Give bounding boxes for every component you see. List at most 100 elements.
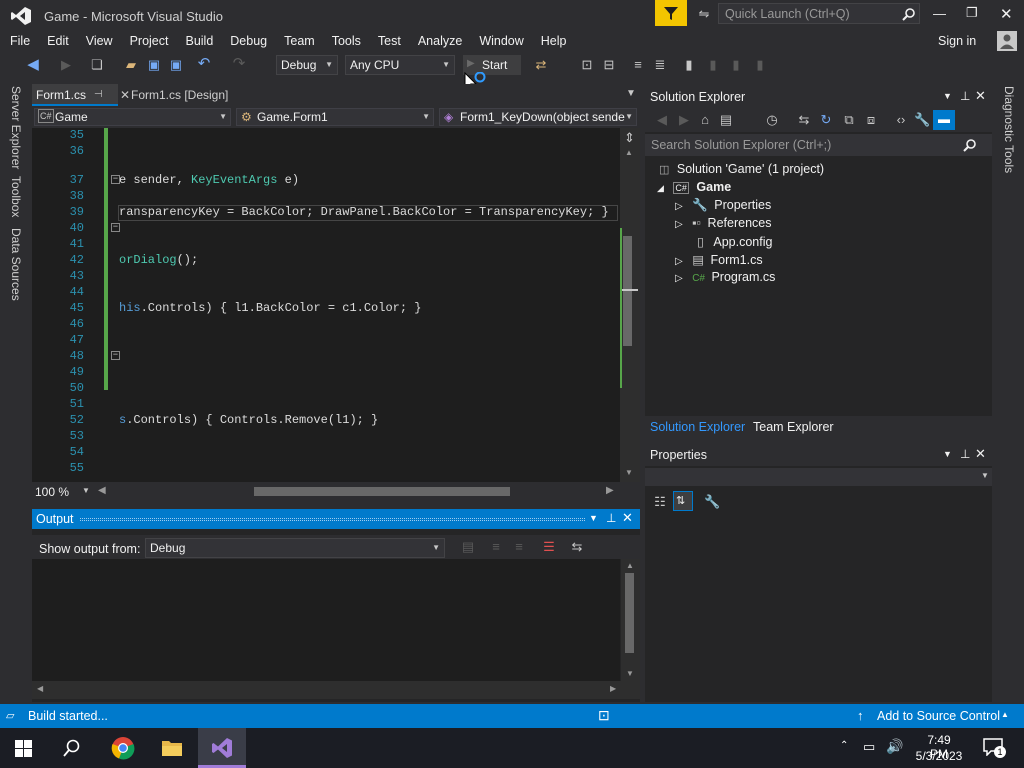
tree-item-form1-cs[interactable]: ▷ ▤ Form1.cs — [675, 252, 763, 267]
redo-icon[interactable]: ↷ — [231, 56, 247, 72]
find-message-icon[interactable]: ▤ — [460, 539, 476, 555]
avatar[interactable] — [997, 31, 1017, 51]
pin-icon[interactable]: ⊥ — [960, 89, 970, 103]
diagnostic-tools-tab[interactable]: Diagnostic Tools — [1002, 86, 1016, 173]
minimize-button[interactable]: — — [933, 6, 946, 21]
next-bookmark-icon[interactable]: ▮ — [728, 57, 744, 73]
solution-config-dropdown[interactable]: Debug ▼ — [276, 55, 338, 75]
next-message-icon[interactable]: ≡ — [511, 539, 527, 555]
menu-file[interactable]: File — [1, 30, 38, 52]
menu-tools[interactable]: Tools — [323, 30, 369, 52]
home-icon[interactable]: ⌂ — [697, 112, 713, 128]
code-line[interactable]: orDialog(); — [119, 253, 198, 267]
collapse-all-icon[interactable]: ⧉ — [841, 112, 857, 128]
user-feedback-icon[interactable]: ⇋ — [696, 6, 712, 22]
scroll-down-icon[interactable]: ▼ — [625, 468, 633, 477]
chevron-up-icon[interactable]: ⌃ — [840, 740, 848, 751]
menu-test[interactable]: Test — [369, 30, 409, 52]
windows-start-icon[interactable] — [15, 740, 33, 758]
menu-window[interactable]: Window — [470, 30, 531, 52]
sign-in-link[interactable]: Sign in — [938, 34, 976, 48]
code-line[interactable]: e sender, KeyEventArgs e) — [119, 173, 299, 187]
add-to-source-control-button[interactable]: Add to Source Control — [877, 709, 1000, 723]
attach-icon[interactable]: ⇄ — [533, 57, 549, 73]
view-code-icon[interactable]: ‹› — [893, 112, 909, 128]
bookmark-icon[interactable]: ▮ — [681, 57, 697, 73]
tree-item-program-cs[interactable]: ▷ C# Program.cs — [675, 270, 775, 284]
code-line[interactable]: ransparencyKey = BackColor; DrawPanel.Ba… — [119, 205, 609, 219]
search-icon[interactable] — [63, 739, 81, 757]
horizontal-scroll-thumb[interactable] — [254, 487, 510, 496]
prev-bookmark-icon[interactable]: ▮ — [705, 57, 721, 73]
network-icon[interactable]: ▭ — [863, 739, 875, 755]
save-all-icon[interactable]: ▣ — [168, 57, 184, 73]
output-text-area[interactable] — [32, 559, 620, 681]
collapse-icon[interactable]: − — [111, 223, 120, 232]
scroll-thumb[interactable] — [625, 573, 634, 653]
clear-bookmark-icon[interactable]: ▮ — [752, 57, 768, 73]
navigate-back-icon[interactable]: ◀ — [25, 57, 41, 73]
navigate-forward-icon[interactable]: ▶ — [58, 57, 74, 73]
scroll-thumb[interactable] — [623, 236, 632, 346]
feedback-button[interactable] — [655, 0, 687, 26]
menu-debug[interactable]: Debug — [221, 30, 275, 52]
panel-menu-icon[interactable]: ▼ — [589, 513, 598, 523]
clear-all-icon[interactable]: ☰ — [541, 539, 557, 555]
server-explorer-tab[interactable]: Server Explorer — [9, 86, 23, 169]
menu-project[interactable]: Project — [121, 30, 177, 52]
tab-solution-explorer[interactable]: Solution Explorer — [650, 420, 745, 434]
taskbar-visual-studio[interactable] — [198, 728, 246, 768]
tab-overflow-icon[interactable]: ▼ — [626, 88, 636, 99]
code-editor[interactable]: 35 36 37 e sender, KeyEventArgs e) 38 39 ransp… — [32, 128, 620, 482]
code-line[interactable]: his.Controls) { l1.BackColor = c1.Color;… — [119, 301, 421, 315]
solution-platform-dropdown[interactable]: Any CPU ▼ — [345, 55, 455, 75]
menu-build[interactable]: Build — [176, 30, 221, 52]
scroll-left-icon[interactable]: ◀ — [98, 485, 106, 496]
scroll-right-icon[interactable]: ▶ — [606, 485, 614, 496]
notifications-button[interactable]: 1 — [983, 738, 1006, 758]
collapse-icon[interactable]: − — [111, 351, 120, 360]
zoom-level[interactable]: 100 % — [35, 485, 69, 499]
sync-icon[interactable]: ⇆ — [796, 112, 812, 128]
new-project-icon[interactable]: ❏ — [89, 57, 105, 73]
scroll-right-icon[interactable]: ▶ — [610, 684, 616, 693]
volume-icon[interactable]: 🔊 — [886, 738, 903, 755]
open-file-icon[interactable]: ▰ — [123, 57, 139, 73]
code-line[interactable]: s.Controls) { Controls.Remove(l1); } — [119, 413, 378, 427]
menu-edit[interactable]: Edit — [38, 30, 77, 52]
save-icon[interactable]: ▣ — [146, 57, 162, 73]
menu-help[interactable]: Help — [532, 30, 575, 52]
scroll-down-icon[interactable]: ▼ — [626, 669, 634, 678]
comment-icon[interactable]: ≡ — [630, 57, 646, 73]
output-source-dropdown[interactable]: Debug ▼ — [145, 538, 445, 558]
chrome-icon[interactable] — [111, 736, 135, 760]
step-over-icon[interactable]: ⊟ — [601, 57, 617, 73]
uncomment-icon[interactable]: ≣ — [652, 57, 668, 73]
scroll-left-icon[interactable]: ◀ — [37, 684, 43, 693]
tree-item-references[interactable]: ▷ ▪▫ References — [675, 216, 771, 230]
type-dropdown[interactable]: ⚙ Game.Form1 ▼ — [236, 108, 434, 126]
output-vertical-scrollbar[interactable]: ▲ ▼ — [621, 559, 640, 681]
split-icon[interactable]: ⇕ — [624, 130, 635, 146]
tab-form1-design[interactable]: ✕ Form1.cs [Design] — [120, 84, 240, 106]
quick-launch-input[interactable]: Quick Launch (Ctrl+Q) — [718, 3, 920, 24]
step-icon[interactable]: ⊡ — [579, 57, 595, 73]
toolbox-tab[interactable]: Toolbox — [9, 176, 23, 217]
properties-object-dropdown[interactable]: ▼ — [645, 468, 992, 486]
refresh-icon[interactable]: ↻ — [818, 112, 834, 128]
categorized-icon[interactable]: ☷ — [652, 494, 668, 510]
menu-team[interactable]: Team — [275, 30, 323, 52]
chevron-down-icon[interactable]: ▼ — [82, 486, 90, 495]
switch-views-icon[interactable]: ▤ — [718, 112, 734, 128]
tab-team-explorer[interactable]: Team Explorer — [753, 420, 834, 434]
member-dropdown[interactable]: ◈ Form1_KeyDown(object sender ▼ — [439, 108, 637, 126]
output-horizontal-scrollbar[interactable]: ◀ ▶ — [32, 681, 640, 699]
property-pages-icon[interactable]: 🔧 — [704, 494, 720, 510]
undo-icon[interactable]: ↶ — [196, 56, 212, 72]
tree-solution[interactable]: ◫ Solution 'Game' (1 project) — [659, 162, 824, 176]
close-icon[interactable]: ✕ — [975, 88, 986, 104]
menu-analyze[interactable]: Analyze — [409, 30, 470, 52]
forward-icon[interactable]: ▶ — [676, 112, 692, 128]
close-tab-icon[interactable]: ✕ — [120, 84, 130, 106]
pin-icon[interactable]: ⊥ — [960, 447, 970, 461]
